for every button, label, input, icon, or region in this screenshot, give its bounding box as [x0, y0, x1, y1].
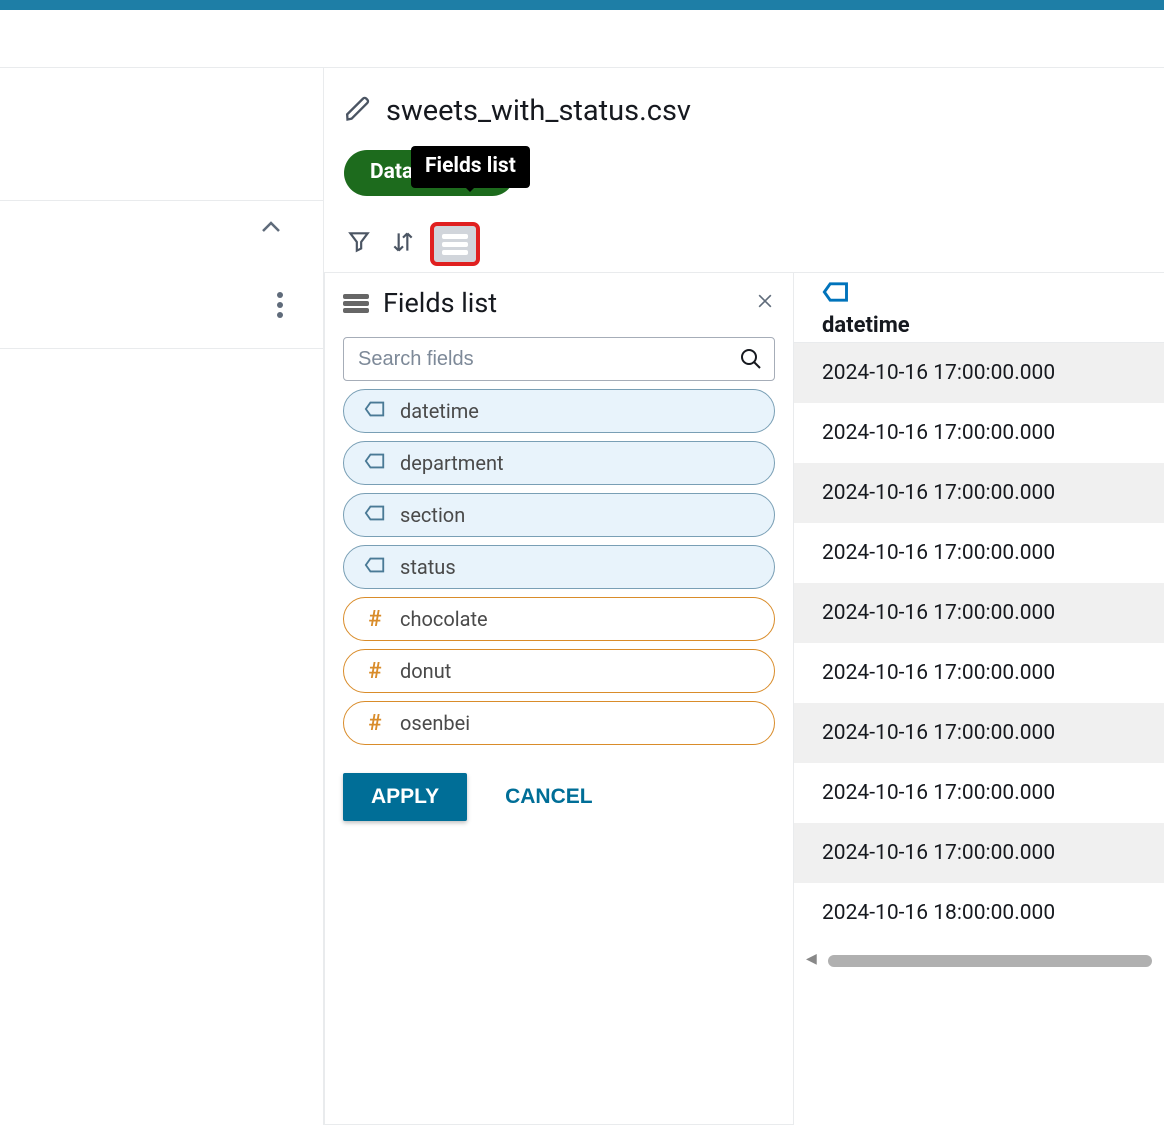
search-icon: [739, 347, 763, 371]
field-chocolate[interactable]: # chocolate: [343, 597, 775, 641]
search-fields-input[interactable]: [343, 337, 775, 381]
tag-icon: [364, 555, 386, 580]
field-label: chocolate: [400, 607, 488, 631]
divider: [0, 348, 323, 349]
field-department[interactable]: department: [343, 441, 775, 485]
panel-title: Fields list: [383, 287, 741, 319]
cancel-button[interactable]: CANCEL: [505, 785, 593, 809]
field-section[interactable]: section: [343, 493, 775, 537]
sort-icon[interactable]: [390, 229, 416, 259]
column-header: datetime: [822, 313, 1136, 338]
top-accent-bar: [0, 0, 1164, 10]
tag-icon: [364, 399, 386, 424]
tag-icon: [364, 451, 386, 476]
fields-list-tooltip: Fields list: [411, 146, 530, 188]
tag-icon: [364, 503, 386, 528]
data-cell: 2024-10-16 17:00:00.000: [794, 463, 1164, 523]
data-cell: 2024-10-16 18:00:00.000: [794, 883, 1164, 943]
data-cell: 2024-10-16 17:00:00.000: [794, 523, 1164, 583]
filter-icon[interactable]: [346, 229, 372, 259]
fields-list-button[interactable]: [434, 226, 476, 262]
fields-list-icon: [343, 292, 369, 315]
data-preview-column: datetime 2024-10-16 17:00:00.000 2024-10…: [794, 272, 1164, 1125]
data-cell: 2024-10-16 17:00:00.000: [794, 703, 1164, 763]
horizontal-scrollbar[interactable]: ◀: [806, 953, 1152, 967]
field-label: status: [400, 555, 456, 579]
field-osenbei[interactable]: # osenbei: [343, 701, 775, 745]
field-label: datetime: [400, 399, 479, 423]
apply-button[interactable]: APPLY: [343, 773, 467, 821]
chevron-up-icon[interactable]: [259, 216, 283, 244]
data-cell: 2024-10-16 17:00:00.000: [794, 763, 1164, 823]
tag-icon: [822, 288, 850, 307]
data-cell: 2024-10-16 17:00:00.000: [794, 823, 1164, 883]
edit-icon[interactable]: [344, 95, 372, 127]
close-icon[interactable]: [755, 289, 775, 317]
header-spacer: [0, 10, 1164, 68]
field-label: donut: [400, 659, 451, 683]
data-cell: 2024-10-16 17:00:00.000: [794, 343, 1164, 403]
data-cell: 2024-10-16 17:00:00.000: [794, 403, 1164, 463]
file-title: sweets_with_status.csv: [386, 94, 691, 128]
number-icon: #: [364, 711, 386, 736]
field-datetime[interactable]: datetime: [343, 389, 775, 433]
fields-list-panel: Fields list datetime department: [324, 272, 794, 1125]
field-label: section: [400, 503, 465, 527]
divider: [0, 200, 323, 201]
more-menu-icon[interactable]: [277, 288, 283, 322]
left-sidebar: [0, 68, 324, 1125]
data-cell: 2024-10-16 17:00:00.000: [794, 583, 1164, 643]
field-donut[interactable]: # donut: [343, 649, 775, 693]
field-status[interactable]: status: [343, 545, 775, 589]
field-label: osenbei: [400, 711, 470, 735]
field-label: department: [400, 451, 504, 475]
data-cell: 2024-10-16 17:00:00.000: [794, 643, 1164, 703]
number-icon: #: [364, 659, 386, 684]
number-icon: #: [364, 607, 386, 632]
